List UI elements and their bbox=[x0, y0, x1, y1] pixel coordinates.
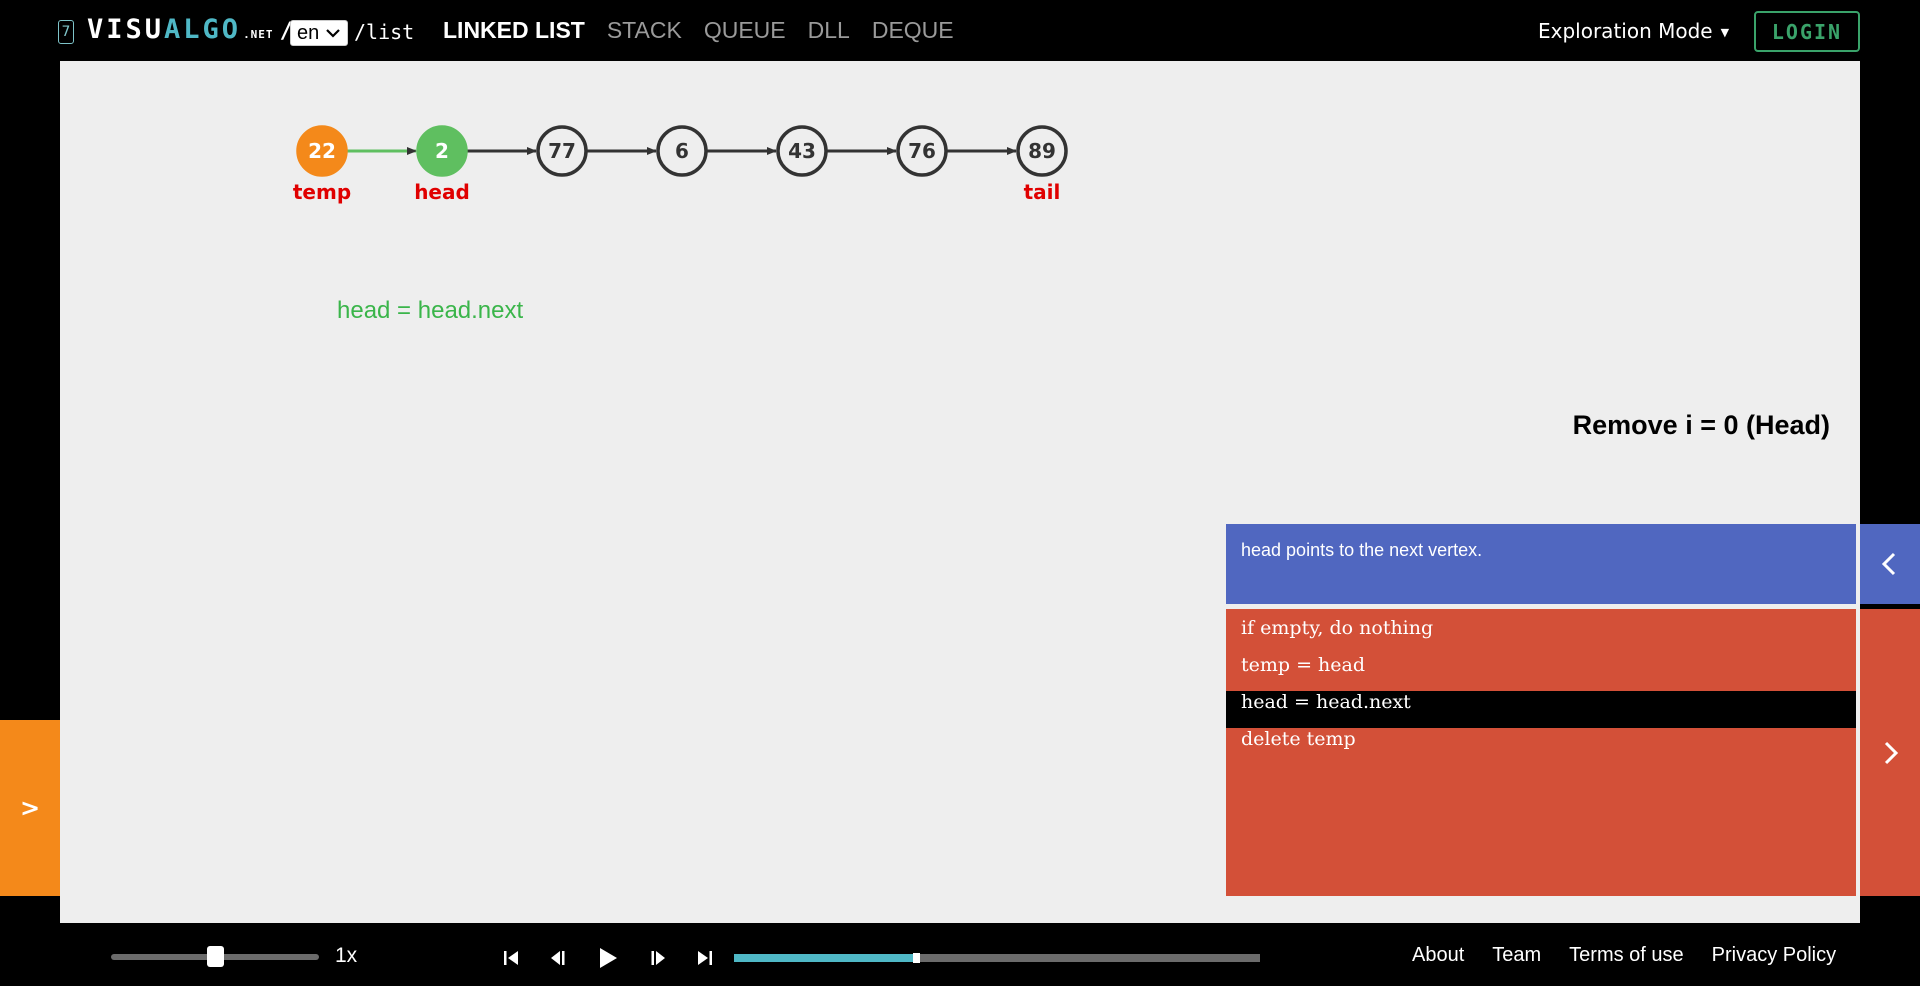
play-icon bbox=[600, 948, 617, 968]
animation-progress-bar[interactable] bbox=[734, 953, 1260, 963]
step-backward-button[interactable] bbox=[544, 945, 570, 971]
list-node[interactable]: 89 tail bbox=[1016, 125, 1068, 204]
node-value: 43 bbox=[788, 139, 816, 163]
step-back-icon bbox=[551, 951, 565, 965]
code-collapse-button[interactable] bbox=[1860, 609, 1920, 896]
pseudocode-line: if empty, do nothing bbox=[1241, 617, 1434, 639]
language-select[interactable]: en bbox=[290, 20, 348, 46]
node-label: head bbox=[414, 180, 470, 204]
module-nav: LINKED LIST STACK QUEUE DLL DEQUE bbox=[443, 17, 954, 44]
nav-dll[interactable]: DLL bbox=[808, 17, 850, 44]
bottom-bar: 1x About Team Terms of use Privacy Policy bbox=[0, 923, 1920, 986]
pseudocode-line: delete temp bbox=[1241, 728, 1356, 750]
footer-links: About Team Terms of use Privacy Policy bbox=[1412, 944, 1836, 967]
login-button[interactable]: LOGIN bbox=[1754, 11, 1860, 52]
speed-slider-thumb[interactable] bbox=[207, 946, 224, 967]
language-value: en bbox=[297, 21, 320, 44]
node-label: tail bbox=[1024, 180, 1061, 204]
chevron-left-icon bbox=[1881, 552, 1896, 576]
go-to-end-button[interactable] bbox=[692, 945, 718, 971]
page-path: /list bbox=[354, 20, 415, 44]
node-value: 6 bbox=[675, 139, 689, 163]
pseudocode-line: head = head.next bbox=[1226, 691, 1856, 728]
list-node[interactable]: 77 bbox=[536, 125, 588, 177]
caret-down-icon: ▼ bbox=[1720, 26, 1730, 39]
node-label: temp bbox=[293, 180, 351, 204]
linked-list-graph: 22 temp 2 head 77 6 43 76 89 tail bbox=[293, 125, 1068, 204]
status-collapse-button[interactable] bbox=[1860, 524, 1920, 604]
progress-handle[interactable] bbox=[912, 953, 920, 963]
play-button[interactable] bbox=[594, 945, 620, 971]
mode-dropdown[interactable]: Exploration Mode ▼ bbox=[1538, 19, 1729, 43]
go-to-start-button[interactable] bbox=[498, 945, 524, 971]
node-value: 76 bbox=[908, 139, 936, 163]
list-node[interactable]: 2 head bbox=[414, 125, 470, 204]
visualgo-logo[interactable]: VISU ALGO .NET / bbox=[87, 14, 293, 48]
skip-start-icon bbox=[504, 951, 518, 965]
nav-deque[interactable]: DEQUE bbox=[872, 17, 954, 44]
node-value: 77 bbox=[548, 139, 576, 163]
list-node[interactable]: 6 bbox=[656, 125, 708, 177]
list-node[interactable]: 43 bbox=[776, 125, 828, 177]
chevron-right-icon bbox=[1884, 741, 1899, 764]
skip-end-icon bbox=[698, 951, 712, 965]
step-forward-icon bbox=[651, 951, 665, 965]
top-bar: 7 VISU ALGO .NET / en /list LINKED LIST S… bbox=[0, 0, 1920, 61]
step-forward-button[interactable] bbox=[646, 945, 672, 971]
nav-queue[interactable]: QUEUE bbox=[704, 17, 786, 44]
version-badge[interactable]: 7 bbox=[58, 20, 74, 44]
chevron-down-icon bbox=[326, 29, 340, 38]
status-panel: head points to the next vertex. bbox=[1226, 524, 1856, 604]
node-value: 2 bbox=[435, 139, 449, 163]
pseudocode-line: temp = head bbox=[1241, 654, 1366, 676]
nav-linked-list[interactable]: LINKED LIST bbox=[443, 17, 585, 44]
operation-title: Remove i = 0 (Head) bbox=[1572, 410, 1830, 440]
speed-label: 1x bbox=[335, 944, 358, 967]
nav-stack[interactable]: STACK bbox=[607, 17, 682, 44]
list-node[interactable]: 76 bbox=[896, 125, 948, 177]
footer-link-team[interactable]: Team bbox=[1492, 944, 1541, 967]
list-node[interactable]: 22 temp bbox=[293, 125, 351, 204]
step-caption: head = head.next bbox=[337, 297, 524, 324]
node-value: 22 bbox=[308, 139, 336, 163]
footer-link-terms-of-use[interactable]: Terms of use bbox=[1569, 944, 1683, 967]
progress-fill bbox=[734, 954, 913, 962]
node-value: 89 bbox=[1028, 139, 1056, 163]
actions-panel-toggle[interactable]: > bbox=[0, 720, 60, 896]
footer-link-about[interactable]: About bbox=[1412, 944, 1464, 967]
logo-part-visu: VISU bbox=[87, 14, 165, 45]
pseudocode-panel: if empty, do nothing temp = head head = he… bbox=[1226, 609, 1856, 896]
status-text: head points to the next vertex. bbox=[1241, 540, 1483, 560]
logo-suffix: .NET bbox=[243, 28, 274, 41]
logo-part-algo: ALGO bbox=[164, 14, 242, 45]
mode-label: Exploration Mode bbox=[1538, 19, 1713, 43]
footer-link-privacy-policy[interactable]: Privacy Policy bbox=[1712, 944, 1836, 967]
